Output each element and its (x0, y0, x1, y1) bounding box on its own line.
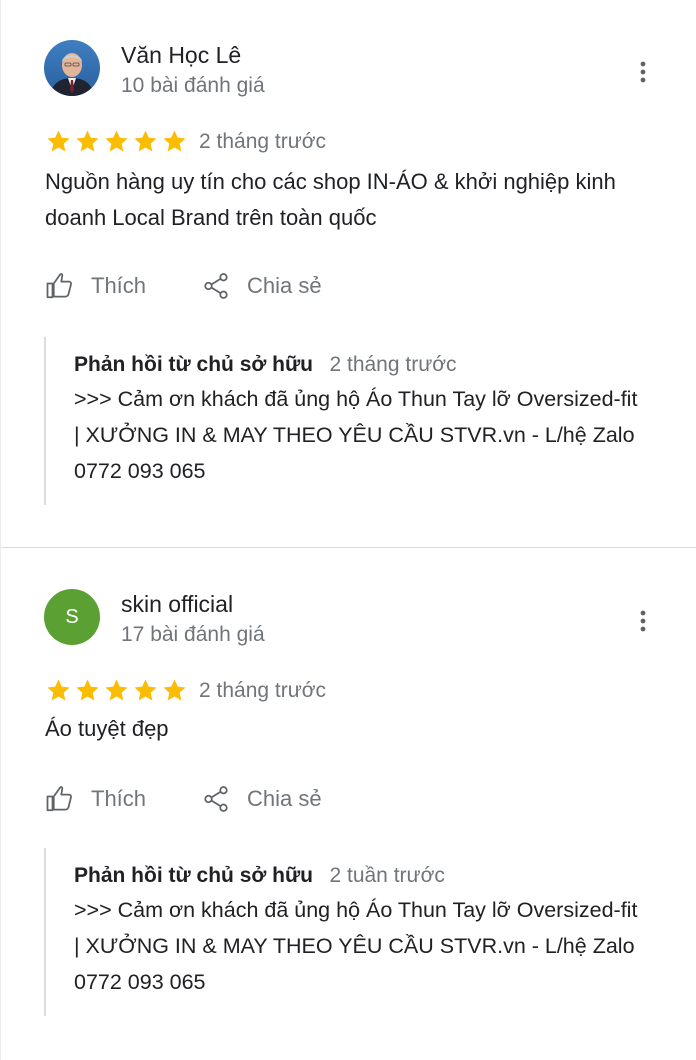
reviewer-name[interactable]: skin official (121, 591, 233, 618)
star-icon (163, 678, 186, 701)
reviews-page: Văn Học Lê 10 bài đánh giá 2 tháng trước… (0, 0, 696, 1060)
avatar-letter: S (65, 605, 79, 628)
owner-reply: Phản hồi từ chủ sở hữu 2 tuần trước >>> … (44, 848, 666, 1016)
thumb-up-icon (46, 786, 72, 812)
like-button[interactable]: Thích (45, 781, 146, 817)
owner-reply-header: Phản hồi từ chủ sở hữu 2 tháng trước (74, 353, 457, 377)
share-icon (204, 273, 228, 299)
star-icon (76, 129, 99, 152)
star-icon (47, 129, 70, 152)
reviewer-photo (44, 40, 100, 96)
like-label: Thích (91, 786, 147, 811)
star-icon (105, 129, 128, 152)
review-time: 2 tháng trước (199, 130, 327, 153)
reviewer-review-count: 10 bài đánh giá (121, 74, 265, 97)
owner-reply-label: Phản hồi từ chủ sở hữu (74, 864, 314, 887)
owner-reply: Phản hồi từ chủ sở hữu 2 tháng trước >>>… (44, 337, 666, 505)
owner-reply-header: Phản hồi từ chủ sở hữu 2 tuần trước (74, 864, 445, 888)
thumb-up-icon (46, 273, 72, 299)
like-label: Thích (91, 273, 147, 298)
review-time: 2 tháng trước (199, 679, 327, 702)
star-icon (105, 678, 128, 701)
star-icon (134, 129, 157, 152)
owner-reply-time: 2 tuần trước (329, 864, 445, 887)
review-card: Văn Học Lê 10 bài đánh giá 2 tháng trước… (1, 0, 696, 548)
reviewer-avatar[interactable]: S (44, 589, 100, 645)
review-divider (1, 547, 696, 548)
star-icon (76, 678, 99, 701)
more-vert-icon (640, 61, 646, 83)
reviewer-name[interactable]: Văn Học Lê (121, 42, 241, 69)
reviewer-review-count: 17 bài đánh giá (121, 623, 265, 646)
share-icon (204, 786, 228, 812)
share-label: Chia sẻ (247, 786, 322, 811)
star-rating (45, 127, 190, 155)
share-button[interactable]: Chia sẻ (201, 268, 322, 304)
reviewer-avatar[interactable] (44, 40, 100, 96)
more-options-button[interactable] (629, 58, 657, 86)
owner-reply-time: 2 tháng trước (329, 353, 457, 376)
review-text: Nguồn hàng uy tín cho các shop IN-ÁO & k… (45, 169, 616, 230)
owner-reply-text: >>> Cảm ơn khách đã ủng hộ Áo Thun Tay l… (74, 898, 638, 994)
owner-reply-text: >>> Cảm ơn khách đã ủng hộ Áo Thun Tay l… (74, 387, 638, 483)
review-card: S skin official 17 bài đánh giá 2 tháng … (1, 549, 696, 1060)
owner-reply-label: Phản hồi từ chủ sở hữu (74, 353, 314, 376)
like-button[interactable]: Thích (45, 268, 146, 304)
share-button[interactable]: Chia sẻ (201, 781, 322, 817)
star-icon (134, 678, 157, 701)
more-options-button[interactable] (629, 607, 657, 635)
star-icon (163, 129, 186, 152)
star-rating (45, 676, 190, 704)
share-label: Chia sẻ (247, 273, 322, 298)
star-icon (47, 678, 70, 701)
more-vert-icon (640, 610, 646, 632)
review-text: Áo tuyệt đẹp (45, 716, 169, 741)
